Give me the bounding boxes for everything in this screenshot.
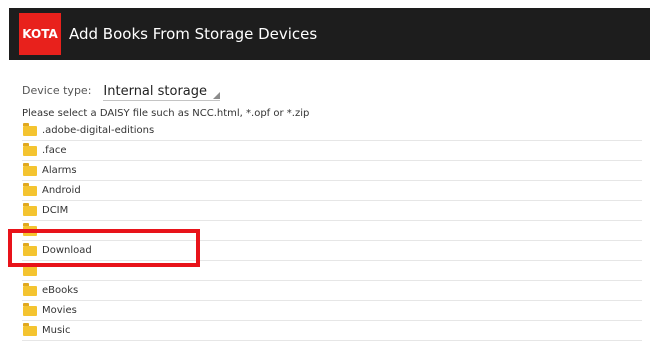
device-type-value: Internal storage bbox=[103, 84, 208, 99]
folder-row-movies[interactable]: Movies bbox=[22, 301, 642, 321]
folder-icon bbox=[23, 122, 37, 136]
folder-row-android[interactable]: Android bbox=[22, 181, 642, 201]
folder-icon bbox=[23, 262, 37, 276]
folder-label: .adobe-digital-editions bbox=[42, 125, 155, 136]
device-type-dropdown[interactable]: Internal storage bbox=[103, 80, 221, 101]
folder-row-music[interactable]: Music bbox=[22, 321, 642, 341]
folder-label: Music bbox=[42, 325, 71, 336]
device-type-label: Device type: bbox=[22, 84, 92, 97]
folder-icon bbox=[23, 142, 37, 156]
folder-row-face[interactable]: .face bbox=[22, 141, 642, 161]
folder-row-ebooks[interactable]: eBooks bbox=[22, 281, 642, 301]
app-bar: KOTA Add Books From Storage Devices bbox=[9, 8, 650, 60]
folder-label: DCIM bbox=[42, 205, 69, 216]
folder-label: Movies bbox=[42, 305, 77, 316]
folder-label: eBooks bbox=[42, 285, 79, 296]
kota-logo: KOTA bbox=[19, 13, 61, 55]
folder-icon bbox=[23, 202, 37, 216]
device-type-row: Device type: Internal storage bbox=[22, 80, 221, 101]
folder-icon bbox=[23, 322, 37, 336]
folder-label: Android bbox=[42, 185, 81, 196]
folder-row-alarms[interactable]: Alarms bbox=[22, 161, 642, 181]
instruction-text: Please select a DAISY file such as NCC.h… bbox=[22, 108, 310, 119]
folder-label: Alarms bbox=[42, 165, 77, 176]
folder-row-dcim[interactable]: DCIM bbox=[22, 201, 642, 221]
folder-icon bbox=[23, 302, 37, 316]
page-title: Add Books From Storage Devices bbox=[69, 25, 318, 43]
highlight-box bbox=[8, 229, 200, 267]
folder-row-adobe-digital-editions[interactable]: .adobe-digital-editions bbox=[22, 121, 642, 141]
folder-icon bbox=[23, 162, 37, 176]
dropdown-arrow-icon bbox=[213, 92, 221, 99]
folder-label: .face bbox=[42, 145, 67, 156]
folder-icon bbox=[23, 282, 37, 296]
folder-icon bbox=[23, 182, 37, 196]
